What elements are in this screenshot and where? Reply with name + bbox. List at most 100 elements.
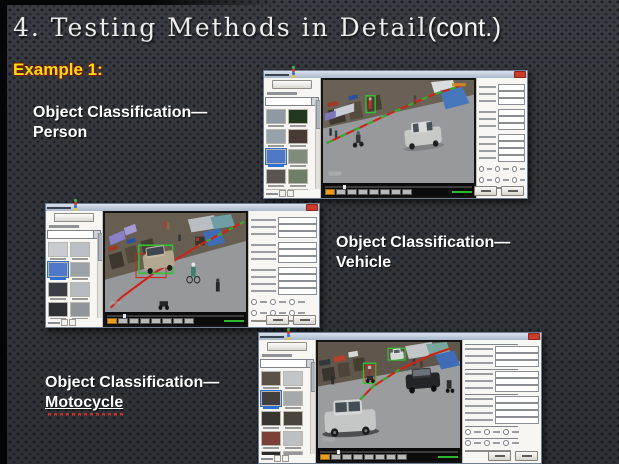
window-titlebar[interactable] xyxy=(259,333,541,340)
radio-button[interactable] xyxy=(465,440,471,446)
thumbnail-item[interactable] xyxy=(283,411,303,429)
thumbnail-item[interactable] xyxy=(261,431,281,449)
field-input[interactable] xyxy=(498,141,525,148)
field-input[interactable] xyxy=(495,385,539,392)
video-frame[interactable] xyxy=(318,342,460,448)
close-icon[interactable] xyxy=(306,204,318,211)
thumbnail-item[interactable] xyxy=(48,302,68,319)
pagination-bar[interactable] xyxy=(265,190,319,197)
field-input[interactable] xyxy=(498,123,525,130)
field-input[interactable] xyxy=(278,242,317,249)
file-list-dropdown[interactable] xyxy=(260,359,314,368)
thumbnail-item[interactable] xyxy=(283,391,303,409)
field-input[interactable] xyxy=(278,217,317,224)
timeline-slider[interactable] xyxy=(320,451,458,453)
field-input[interactable] xyxy=(498,109,525,116)
thumbnail-item[interactable] xyxy=(266,109,286,127)
field-input[interactable] xyxy=(498,84,525,91)
thumbnail-item[interactable] xyxy=(261,411,281,429)
field-input[interactable] xyxy=(278,249,317,256)
field-input[interactable] xyxy=(498,148,525,155)
playback-button[interactable] xyxy=(184,318,194,324)
thumbnail-item[interactable] xyxy=(266,149,286,167)
playback-button[interactable] xyxy=(129,318,139,324)
video-frame[interactable] xyxy=(105,213,246,312)
playback-button[interactable] xyxy=(118,318,128,324)
window-titlebar[interactable] xyxy=(46,204,319,211)
radio-button[interactable] xyxy=(465,429,471,435)
thumbnail-item[interactable] xyxy=(266,129,286,147)
field-input[interactable] xyxy=(495,371,539,378)
playback-button[interactable] xyxy=(173,318,183,324)
playback-button[interactable] xyxy=(347,189,357,195)
radio-button[interactable] xyxy=(495,166,500,172)
playback-button[interactable] xyxy=(320,454,330,460)
playback-button[interactable] xyxy=(140,318,150,324)
cancel-button[interactable] xyxy=(501,186,524,196)
radio-button[interactable] xyxy=(495,177,500,183)
file-list-dropdown[interactable] xyxy=(47,230,101,239)
field-input[interactable] xyxy=(278,256,317,263)
radio-button[interactable] xyxy=(484,429,490,435)
thumbnail-item[interactable] xyxy=(70,262,90,280)
radio-button[interactable] xyxy=(512,166,517,172)
thumbnail-item[interactable] xyxy=(70,242,90,260)
playback-button[interactable] xyxy=(336,189,346,195)
playback-button[interactable] xyxy=(391,189,401,195)
page-next-button[interactable] xyxy=(69,319,76,326)
thumbnail-item[interactable] xyxy=(261,391,281,409)
playback-button[interactable] xyxy=(380,189,390,195)
timeline-slider[interactable] xyxy=(325,186,472,188)
file-list-dropdown[interactable] xyxy=(265,97,319,106)
field-input[interactable] xyxy=(278,224,317,231)
playback-button[interactable] xyxy=(325,189,335,195)
playback-button[interactable] xyxy=(375,454,385,460)
close-icon[interactable] xyxy=(528,333,540,340)
field-input[interactable] xyxy=(495,403,539,410)
playback-button[interactable] xyxy=(331,454,341,460)
field-input[interactable] xyxy=(495,346,539,353)
playback-button[interactable] xyxy=(364,454,374,460)
field-input[interactable] xyxy=(498,91,525,98)
radio-button[interactable] xyxy=(479,166,484,172)
field-input[interactable] xyxy=(498,134,525,141)
field-input[interactable] xyxy=(278,231,317,238)
playback-button[interactable] xyxy=(107,318,117,324)
radio-button[interactable] xyxy=(503,440,509,446)
page-prev-button[interactable] xyxy=(274,455,281,462)
thumbnail-item[interactable] xyxy=(288,149,308,167)
choose-file-button[interactable] xyxy=(54,213,94,222)
field-input[interactable] xyxy=(495,410,539,417)
radio-button[interactable] xyxy=(251,299,257,305)
radio-button[interactable] xyxy=(289,299,295,305)
radio-button[interactable] xyxy=(512,177,517,183)
thumbnail-item[interactable] xyxy=(261,371,281,389)
field-input[interactable] xyxy=(495,360,539,367)
thumbnail-item[interactable] xyxy=(283,371,303,389)
ok-button[interactable] xyxy=(474,186,497,196)
timeline-slider[interactable] xyxy=(107,315,244,317)
choose-file-button[interactable] xyxy=(267,342,307,351)
thumbnail-item[interactable] xyxy=(288,109,308,127)
ok-button[interactable] xyxy=(266,315,289,325)
radio-button[interactable] xyxy=(503,429,509,435)
playback-button[interactable] xyxy=(397,454,407,460)
thumbnail-item[interactable] xyxy=(70,302,90,319)
field-input[interactable] xyxy=(495,353,539,360)
close-icon[interactable] xyxy=(514,71,526,78)
page-prev-button[interactable] xyxy=(279,190,286,197)
playback-button[interactable] xyxy=(358,189,368,195)
page-next-button[interactable] xyxy=(287,190,294,197)
thumbnail-item[interactable] xyxy=(48,262,68,280)
page-next-button[interactable] xyxy=(282,455,289,462)
thumbnail-item[interactable] xyxy=(48,282,68,300)
playback-button[interactable] xyxy=(151,318,161,324)
ok-button[interactable] xyxy=(488,451,511,461)
field-input[interactable] xyxy=(278,288,317,295)
field-input[interactable] xyxy=(498,116,525,123)
radio-button[interactable] xyxy=(479,177,484,183)
thumbnail-item[interactable] xyxy=(288,169,308,187)
playback-button[interactable] xyxy=(386,454,396,460)
page-prev-button[interactable] xyxy=(61,319,68,326)
scrollbar[interactable] xyxy=(310,362,315,454)
